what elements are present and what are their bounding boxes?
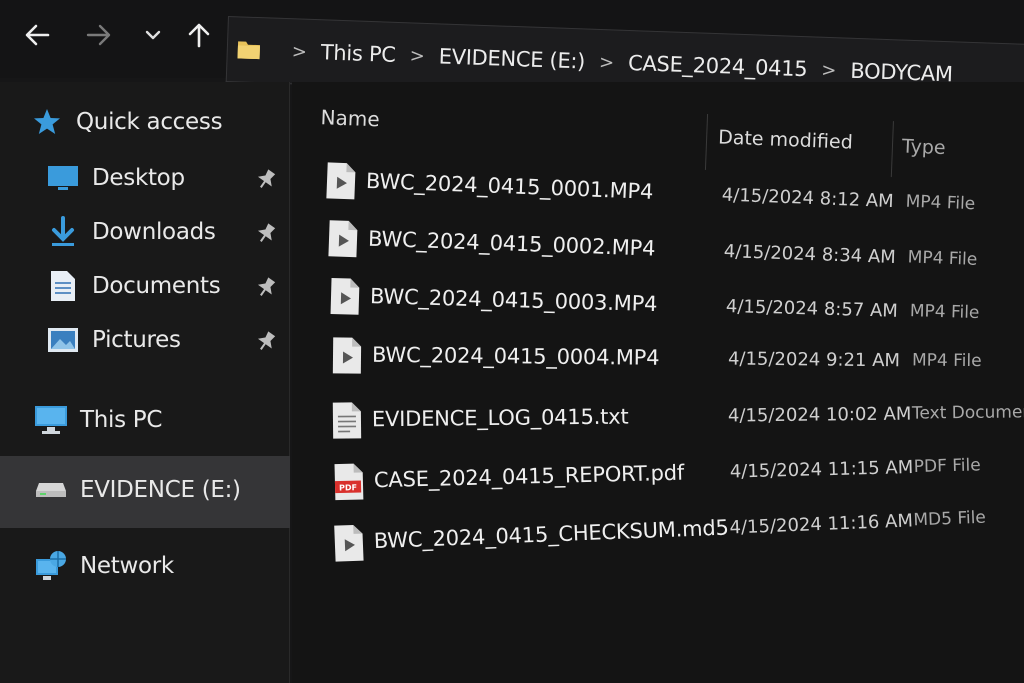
sidebar-item-this-pc[interactable]: This PC <box>34 398 314 442</box>
file-name: BWC_2024_0415_CHECKSUM.md5 <box>373 515 730 554</box>
file-list: Name Date modified Type BWC_2024_0415_00… <box>292 82 1024 683</box>
file-date: 4/15/2024 9:21 AM <box>727 348 901 372</box>
breadcrumb-this-pc[interactable]: This PC <box>320 40 396 67</box>
video-file-icon <box>334 524 364 562</box>
file-name: BWC_2024_0415_0001.MP4 <box>365 168 654 204</box>
sidebar-item-documents[interactable]: Documents <box>46 264 326 308</box>
video-file-icon <box>332 337 362 374</box>
sidebar-item-label: Pictures <box>92 327 181 353</box>
recent-locations-button[interactable] <box>136 18 170 52</box>
video-file-icon <box>330 277 360 315</box>
arrow-up-icon <box>188 23 210 48</box>
table-row[interactable]: PDF CASE_2024_0415_REPORT.pdf 4/15/2024 … <box>299 444 1020 508</box>
back-button[interactable] <box>20 18 54 52</box>
sidebar-item-network[interactable]: Network <box>34 544 314 588</box>
sidebar-item-label: Downloads <box>92 219 216 245</box>
arrow-left-icon <box>25 24 50 46</box>
file-name: BWC_2024_0415_0002.MP4 <box>367 226 656 261</box>
forward-button[interactable] <box>82 18 116 52</box>
computer-icon <box>34 403 68 437</box>
pin-icon[interactable] <box>254 168 278 192</box>
table-row[interactable]: BWC_2024_0415_CHECKSUM.md5 4/15/2024 11:… <box>299 496 1020 570</box>
pin-icon[interactable] <box>254 330 278 354</box>
sidebar-item-quick-access[interactable]: Quick access <box>30 100 310 144</box>
file-name: BWC_2024_0415_0003.MP4 <box>369 284 658 317</box>
sidebar-item-evidence-drive[interactable]: EVIDENCE (E:) <box>34 468 314 512</box>
sidebar-item-desktop[interactable]: Desktop <box>46 156 326 200</box>
up-button[interactable] <box>182 18 216 52</box>
file-date: 4/15/2024 8:12 AM <box>721 184 895 213</box>
file-date: 4/15/2024 11:16 AM <box>729 510 914 539</box>
navigation-pane: Quick access Desktop Downloads Documents <box>0 82 290 683</box>
breadcrumb-case-folder[interactable]: CASE_2024_0415 <box>628 51 808 81</box>
pin-icon[interactable] <box>254 222 278 246</box>
chevron-down-icon <box>145 30 161 40</box>
breadcrumb-separator: > <box>820 59 837 81</box>
desktop-icon <box>46 161 80 195</box>
sidebar-item-label: This PC <box>80 407 163 433</box>
arrow-right-icon <box>86 24 111 46</box>
sidebar-item-label: EVIDENCE (E:) <box>80 477 241 503</box>
file-name: EVIDENCE_LOG_0415.txt <box>371 404 629 432</box>
network-icon <box>34 549 68 583</box>
file-explorer-window: > This PC > EVIDENCE (E:) > CASE_2024_04… <box>0 0 1024 683</box>
pdf-file-icon: PDF <box>334 463 364 501</box>
file-type: MP4 File <box>905 191 976 215</box>
toolbar: > This PC > EVIDENCE (E:) > CASE_2024_04… <box>0 0 1024 110</box>
drive-icon <box>34 473 68 507</box>
text-file-icon <box>332 402 362 439</box>
table-row[interactable]: BWC_2024_0415_0004.MP4 4/15/2024 9:21 AM… <box>298 334 1018 388</box>
file-name: BWC_2024_0415_0004.MP4 <box>371 342 660 370</box>
file-date: 4/15/2024 11:15 AM <box>729 457 914 483</box>
file-type: MP4 File <box>911 350 982 372</box>
pdf-badge: PDF <box>339 483 357 492</box>
video-file-icon <box>326 162 356 200</box>
file-date: 4/15/2024 8:34 AM <box>723 241 897 269</box>
folder-icon <box>237 41 261 60</box>
sidebar-item-label: Quick access <box>76 109 223 135</box>
pictures-icon <box>46 323 80 357</box>
sidebar-item-downloads[interactable]: Downloads <box>46 210 326 254</box>
table-row[interactable]: EVIDENCE_LOG_0415.txt 4/15/2024 10:02 AM… <box>298 392 1024 446</box>
file-date: 4/15/2024 8:57 AM <box>725 296 899 322</box>
star-icon <box>30 105 64 139</box>
table-row[interactable]: BWC_2024_0415_0003.MP4 4/15/2024 8:57 AM… <box>295 274 1016 340</box>
file-type: MD5 File <box>913 507 987 531</box>
sidebar-item-pictures[interactable]: Pictures <box>46 318 326 362</box>
file-type: MP4 File <box>909 301 980 324</box>
sidebar-item-label: Desktop <box>92 165 185 191</box>
video-file-icon <box>328 220 358 258</box>
download-icon <box>46 215 80 249</box>
file-type: Text Document <box>911 402 1024 424</box>
pin-icon[interactable] <box>254 276 278 300</box>
breadcrumb-separator: > <box>598 51 615 73</box>
sidebar-item-label: Network <box>80 553 174 579</box>
breadcrumb-separator: > <box>291 40 308 63</box>
breadcrumb-separator: > <box>409 44 426 67</box>
file-type: PDF File <box>913 455 981 477</box>
file-rows: BWC_2024_0415_0001.MP4 4/15/2024 8:12 AM… <box>292 82 1024 683</box>
file-name: CASE_2024_0415_REPORT.pdf <box>373 460 685 493</box>
file-date: 4/15/2024 10:02 AM <box>727 403 912 427</box>
file-type: MP4 File <box>907 247 978 270</box>
breadcrumb-evidence-drive[interactable]: EVIDENCE (E:) <box>438 44 585 73</box>
document-icon <box>46 269 80 303</box>
sidebar-item-label: Documents <box>92 273 221 299</box>
